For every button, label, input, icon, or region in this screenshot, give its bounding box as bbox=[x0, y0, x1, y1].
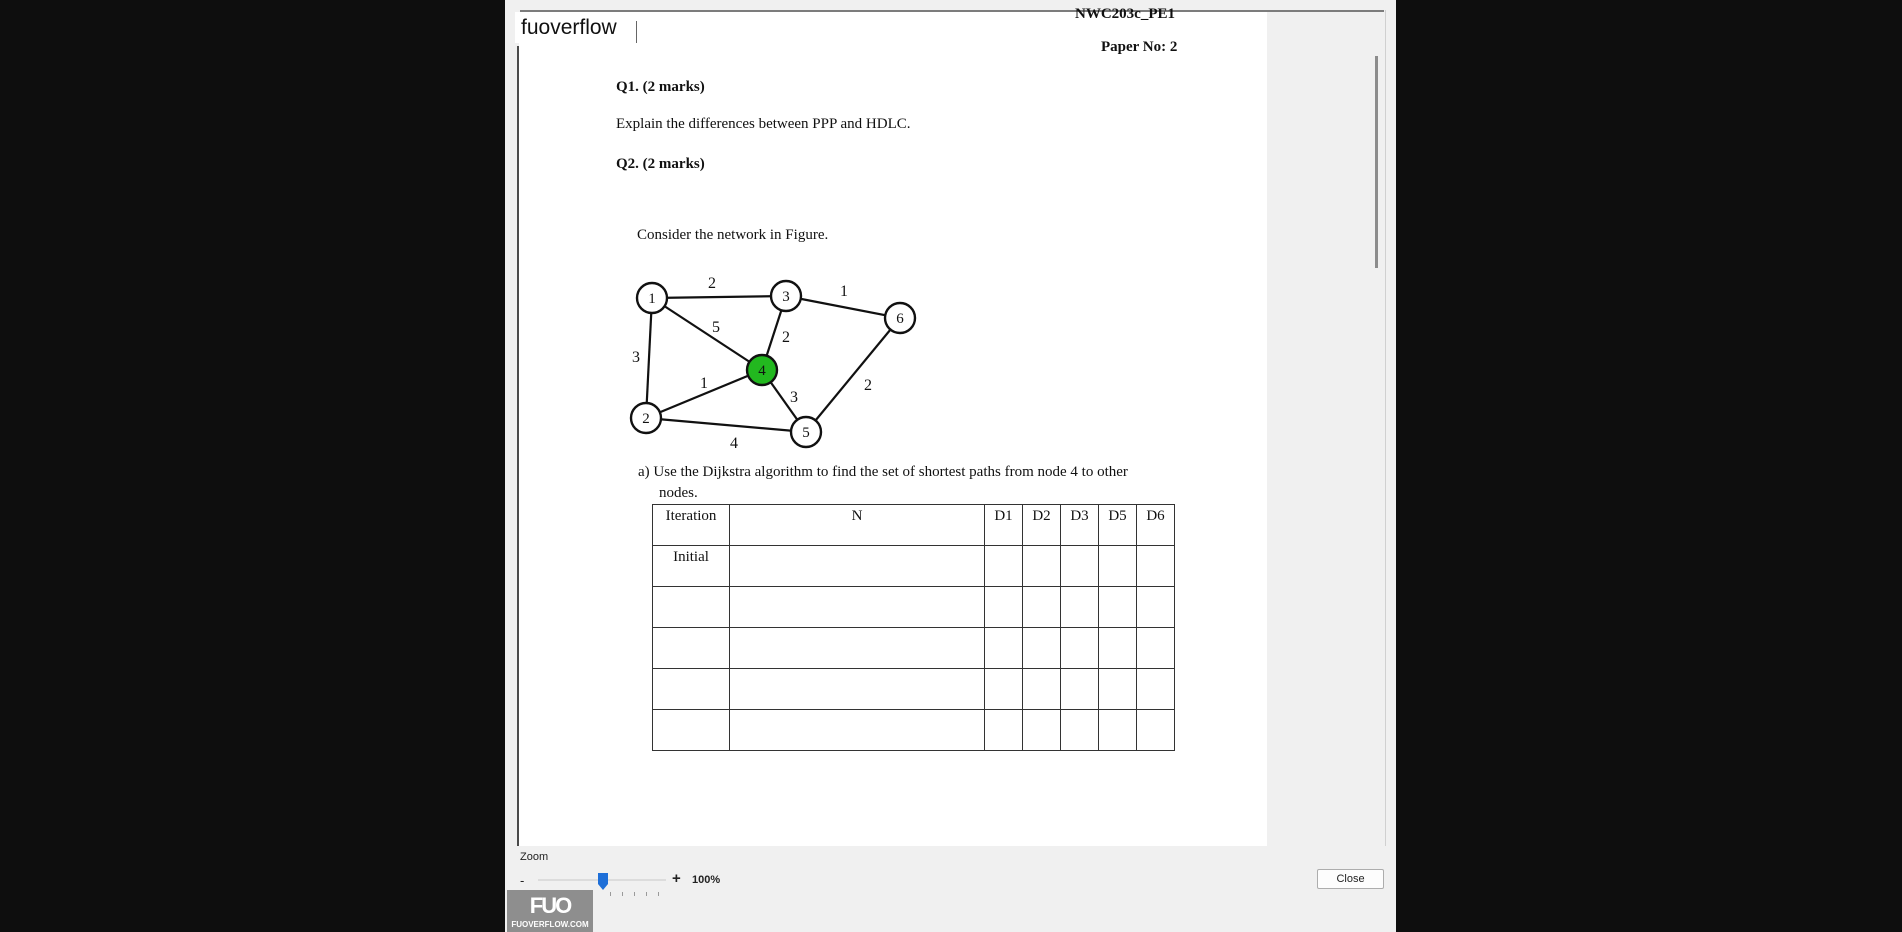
table-row bbox=[652, 668, 1175, 710]
table-cell bbox=[1060, 709, 1099, 751]
table-cell bbox=[1098, 709, 1137, 751]
table-cell bbox=[1060, 627, 1099, 669]
q2-title: Q2. (2 marks) bbox=[616, 156, 705, 172]
edge-weight-label: 3 bbox=[790, 389, 798, 406]
table-cell bbox=[1060, 668, 1099, 710]
table-cell bbox=[652, 668, 730, 710]
table-cell bbox=[729, 586, 985, 628]
edge-weight-label: 2 bbox=[782, 329, 790, 346]
edge-weight-label: 1 bbox=[700, 375, 708, 392]
table-cell bbox=[652, 586, 730, 628]
logo-mark: FUO bbox=[529, 893, 572, 918]
table-cell bbox=[984, 668, 1023, 710]
table-cell bbox=[1098, 668, 1137, 710]
scrollbar-thumb[interactable] bbox=[1375, 56, 1378, 268]
header-d6: D6 bbox=[1136, 504, 1175, 546]
dijkstra-table: Iteration N D1 D2 D3 D5 D6 Initial bbox=[652, 504, 1175, 751]
text-cursor bbox=[636, 21, 637, 43]
edge-weight-label: 5 bbox=[712, 319, 720, 336]
scrollbar-track[interactable] bbox=[1385, 10, 1386, 846]
part-a-text: a) Use the Dijkstra algorithm to find th… bbox=[638, 464, 1128, 480]
header-d2: D2 bbox=[1022, 504, 1061, 546]
zoom-in-button[interactable]: + bbox=[672, 870, 681, 887]
close-button[interactable]: Close bbox=[1317, 869, 1384, 889]
table-cell bbox=[1060, 586, 1099, 628]
table-cell bbox=[729, 709, 985, 751]
table-row: Initial bbox=[652, 545, 1175, 587]
top-border bbox=[520, 10, 1384, 12]
graph-edge-1-2 bbox=[644, 297, 654, 419]
graph-node-label: 2 bbox=[642, 411, 650, 427]
zoom-out-button[interactable]: - bbox=[520, 873, 524, 888]
graph-node-label: 6 bbox=[896, 311, 904, 327]
table-cell bbox=[1022, 709, 1061, 751]
table-cell bbox=[1098, 545, 1137, 587]
fuo-logo: FUO FUOVERFLOW.COM bbox=[507, 890, 593, 932]
table-row bbox=[652, 627, 1175, 669]
table-cell bbox=[652, 709, 730, 751]
edge-weight-label: 2 bbox=[864, 377, 872, 394]
logo-subtext: FUOVERFLOW.COM bbox=[511, 920, 589, 929]
zoom-label: Zoom bbox=[520, 851, 549, 863]
table-cell bbox=[729, 668, 985, 710]
table-cell bbox=[1060, 545, 1099, 587]
graph-edge-6-5 bbox=[805, 317, 901, 433]
table-cell bbox=[1136, 627, 1175, 669]
watermark-label: fuoverflow bbox=[515, 12, 623, 43]
table-row bbox=[652, 586, 1175, 628]
header-iteration: Iteration bbox=[652, 504, 730, 546]
header-d1: D1 bbox=[984, 504, 1023, 546]
header-d5: D5 bbox=[1098, 504, 1137, 546]
table-cell bbox=[1098, 627, 1137, 669]
table-cell bbox=[1022, 668, 1061, 710]
network-figure: 2 1 5 2 3 1 3 2 4 1 2 3 4 5 6 bbox=[629, 275, 917, 452]
paper-number: Paper No: 2 bbox=[1101, 39, 1178, 55]
table-cell bbox=[1022, 545, 1061, 587]
graph-edge-1-3 bbox=[651, 294, 787, 300]
table-cell: Initial bbox=[652, 545, 730, 587]
edge-weight-label: 3 bbox=[632, 349, 640, 366]
zoom-slider-ticks bbox=[610, 892, 670, 896]
table-cell bbox=[1136, 709, 1175, 751]
graph-node-label: 1 bbox=[648, 291, 656, 307]
q1-title: Q1. (2 marks) bbox=[616, 79, 705, 95]
graph-edge-2-5 bbox=[645, 416, 807, 434]
graph-node-label: 3 bbox=[782, 289, 790, 305]
table-header-row: Iteration N D1 D2 D3 D5 D6 bbox=[652, 504, 1175, 546]
edge-weight-label: 1 bbox=[840, 283, 848, 300]
table-cell bbox=[984, 545, 1023, 587]
q1-text: Explain the differences between PPP and … bbox=[616, 116, 911, 132]
table-cell bbox=[1022, 627, 1061, 669]
table-cell bbox=[1022, 586, 1061, 628]
part-a-text-cont: nodes. bbox=[659, 485, 698, 501]
edge-weight-label: 4 bbox=[730, 435, 738, 452]
table-cell bbox=[984, 709, 1023, 751]
table-cell bbox=[1098, 586, 1137, 628]
q2-intro: Consider the network in Figure. bbox=[637, 227, 829, 243]
table-cell bbox=[1136, 545, 1175, 587]
header-n: N bbox=[729, 504, 985, 546]
left-border bbox=[517, 46, 519, 846]
exam-code: NWC203c_PE1 bbox=[1075, 6, 1175, 22]
table-cell bbox=[729, 627, 985, 669]
table-row bbox=[652, 709, 1175, 751]
table-cell bbox=[1136, 668, 1175, 710]
graph-node-label: 5 bbox=[802, 425, 810, 441]
header-d3: D3 bbox=[1060, 504, 1099, 546]
table-cell bbox=[652, 627, 730, 669]
table-cell bbox=[984, 586, 1023, 628]
graph-edge-1-4 bbox=[651, 297, 763, 371]
table-cell bbox=[1136, 586, 1175, 628]
graph-node-label: 4 bbox=[758, 363, 766, 379]
table-cell bbox=[729, 545, 985, 587]
zoom-value: 100% bbox=[692, 874, 721, 886]
table-cell bbox=[984, 627, 1023, 669]
edge-weight-label: 2 bbox=[708, 275, 716, 292]
